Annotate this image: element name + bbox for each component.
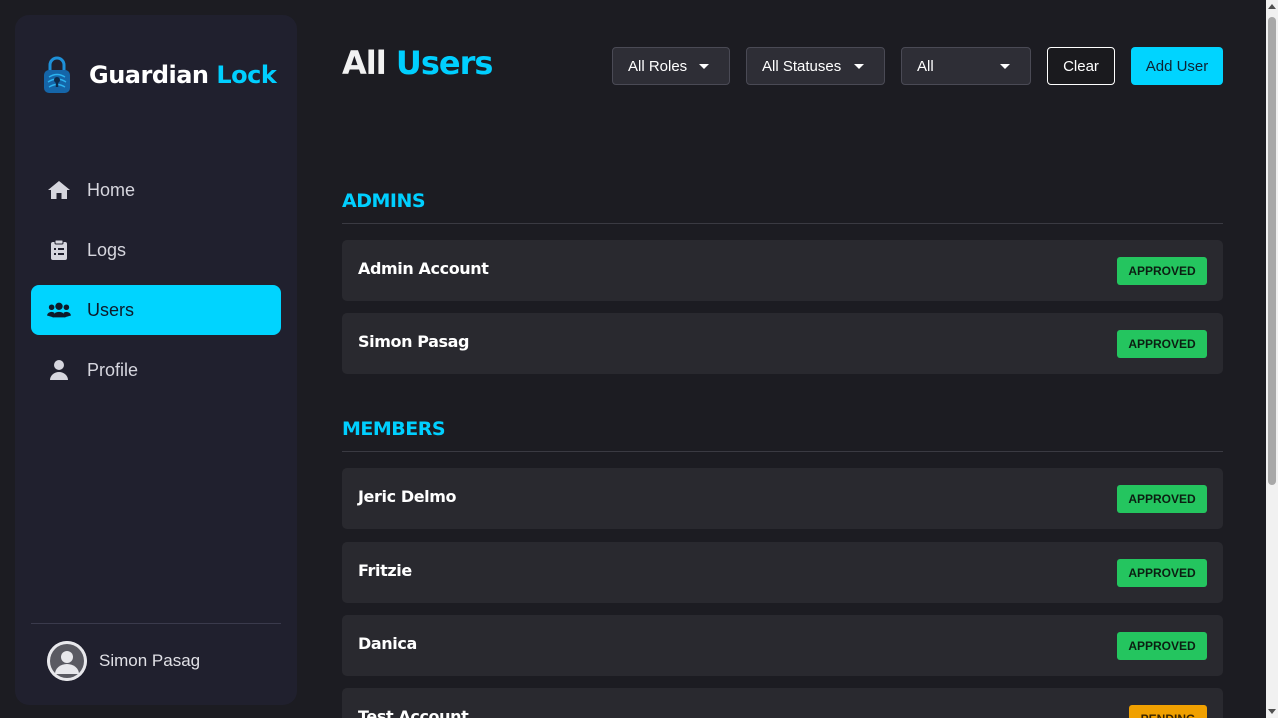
user-row[interactable]: Simon Pasag APPROVED <box>342 313 1223 374</box>
other-filter-value: All <box>917 57 934 75</box>
sidebar-item-home[interactable]: Home <box>31 165 281 215</box>
sidebar-item-profile[interactable]: Profile <box>31 345 281 395</box>
page-title-part1: All <box>342 44 387 82</box>
scroll-thumb[interactable] <box>1268 17 1276 485</box>
padlock-fingerprint-icon <box>44 56 70 93</box>
sidebar-divider <box>31 623 281 624</box>
user-row[interactable]: Fritzie APPROVED <box>342 542 1223 603</box>
user-row[interactable]: Danica APPROVED <box>342 615 1223 676</box>
sidebar-item-users[interactable]: Users <box>31 285 281 335</box>
status-filter-value: All Statuses <box>762 57 842 75</box>
scroll-up-icon[interactable] <box>1268 4 1276 9</box>
chevron-down-icon <box>699 64 709 69</box>
other-filter-select[interactable]: All <box>901 47 1031 85</box>
status-badge: APPROVED <box>1117 559 1207 587</box>
status-badge: APPROVED <box>1117 257 1207 285</box>
section-divider <box>342 223 1223 224</box>
brand-name: Guardian Lock <box>89 61 277 89</box>
page-scrollbar[interactable] <box>1266 0 1278 718</box>
status-badge: PENDING <box>1129 705 1207 718</box>
status-filter-select[interactable]: All Statuses <box>746 47 885 85</box>
user-name: Admin Account <box>358 259 489 278</box>
role-filter-value: All Roles <box>628 57 688 75</box>
sidebar-item-logs[interactable]: Logs <box>31 225 281 275</box>
user-row[interactable]: Admin Account APPROVED <box>342 240 1223 301</box>
brand-logo[interactable]: Guardian Lock <box>41 55 277 95</box>
page-title: All Users <box>342 44 494 82</box>
user-name: Fritzie <box>358 561 412 580</box>
clear-button[interactable]: Clear <box>1047 47 1115 85</box>
sidebar: Guardian Lock Home Logs Users Profile Si… <box>15 15 297 705</box>
section-title-admins: ADMINS <box>342 190 426 212</box>
section-divider <box>342 451 1223 452</box>
scroll-down-icon[interactable] <box>1268 709 1276 714</box>
status-badge: APPROVED <box>1117 632 1207 660</box>
chevron-down-icon <box>1000 64 1010 69</box>
sidebar-nav: Home Logs Users Profile <box>31 165 281 405</box>
user-name: Jeric Delmo <box>358 487 457 506</box>
chevron-down-icon <box>854 64 864 69</box>
role-filter-select[interactable]: All Roles <box>612 47 730 85</box>
user-row[interactable]: Test Account PENDING <box>342 688 1223 718</box>
section-title-members: MEMBERS <box>342 418 446 440</box>
avatar-icon <box>47 641 87 681</box>
user-row[interactable]: Jeric Delmo APPROVED <box>342 468 1223 529</box>
clipboard-icon <box>47 238 71 262</box>
brand-name-part1: Guardian <box>89 61 209 89</box>
user-name: Test Account <box>358 707 469 718</box>
sidebar-item-label: Profile <box>87 359 139 380</box>
home-icon <box>47 178 71 202</box>
person-icon <box>47 358 71 382</box>
brand-name-part2: Lock <box>216 61 277 89</box>
sidebar-item-label: Users <box>87 299 135 320</box>
users-icon <box>47 298 71 322</box>
user-name: Danica <box>358 634 417 653</box>
status-badge: APPROVED <box>1117 485 1207 513</box>
page-title-part2: Users <box>395 44 494 82</box>
user-name: Simon Pasag <box>358 332 470 351</box>
sidebar-item-label: Home <box>87 179 136 200</box>
current-user[interactable]: Simon Pasag <box>47 641 200 681</box>
add-user-button[interactable]: Add User <box>1131 47 1223 85</box>
sidebar-item-label: Logs <box>87 239 127 260</box>
status-badge: APPROVED <box>1117 330 1207 358</box>
current-user-name: Simon Pasag <box>99 651 201 670</box>
